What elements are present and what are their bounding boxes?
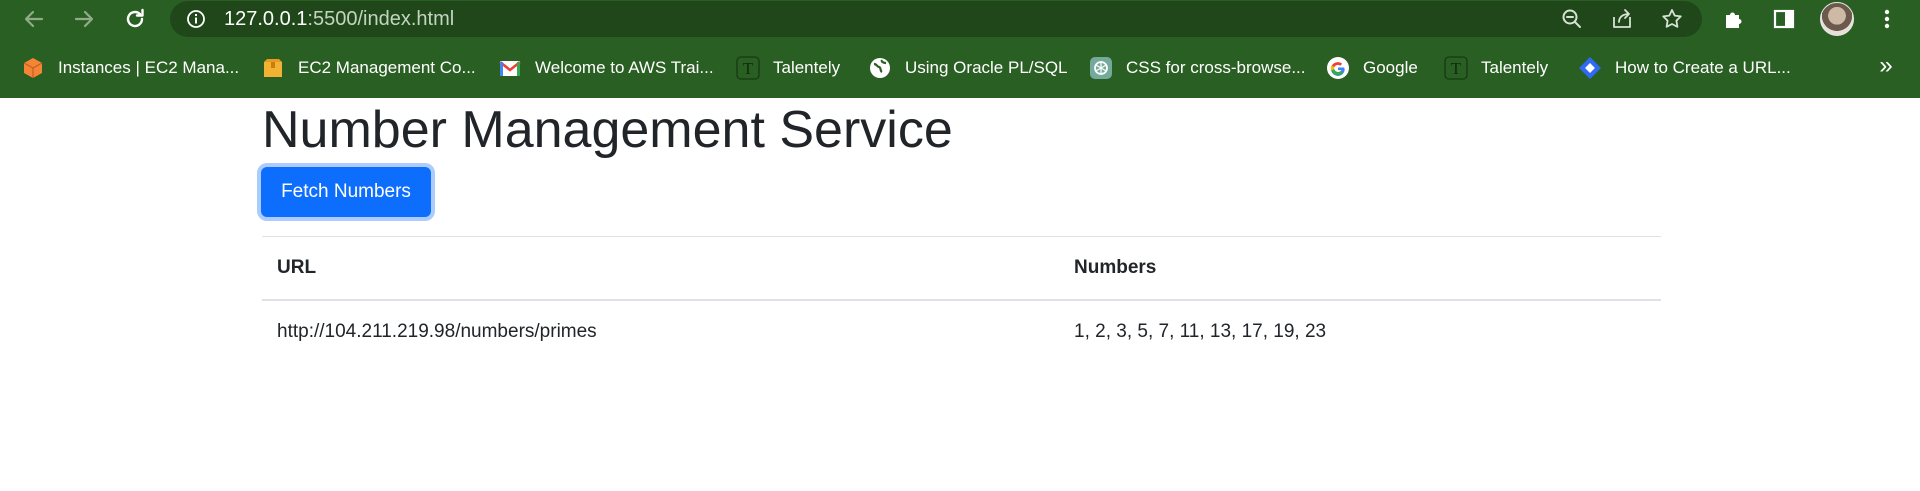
column-header-numbers: Numbers bbox=[1074, 256, 1157, 278]
bookmark-item[interactable]: Instances | EC2 Mana... bbox=[20, 53, 239, 83]
talentely-icon: T bbox=[1443, 55, 1469, 81]
bookmark-label: Google bbox=[1363, 58, 1418, 77]
address-bar[interactable]: 127.0.0.1:5500/index.html bbox=[170, 1, 1702, 37]
table-header-row: URL Numbers bbox=[262, 236, 1661, 300]
globe-icon bbox=[867, 55, 893, 81]
avatar[interactable] bbox=[1820, 2, 1854, 36]
zoom-out-icon[interactable] bbox=[1560, 7, 1584, 31]
bookmark-label: Using Oracle PL/SQL bbox=[905, 58, 1068, 77]
talentely-icon: T bbox=[735, 55, 761, 81]
share-icon[interactable] bbox=[1610, 7, 1634, 31]
fetch-numbers-button[interactable]: Fetch Numbers bbox=[261, 167, 431, 217]
google-icon bbox=[1325, 55, 1351, 81]
bookmark-label: Talentely bbox=[773, 58, 841, 77]
bookmarks-bar: Instances | EC2 Mana... EC2 Management C… bbox=[0, 50, 1920, 86]
diamond-icon bbox=[1577, 55, 1603, 81]
bookmark-item[interactable]: T Talentely bbox=[1443, 53, 1548, 83]
svg-text:T: T bbox=[1451, 59, 1462, 78]
browser-menu-button[interactable] bbox=[1873, 5, 1901, 33]
url-host: 127.0.0.1 bbox=[224, 8, 308, 30]
bookmark-label: Welcome to AWS Trai... bbox=[535, 58, 714, 77]
info-icon[interactable] bbox=[186, 9, 206, 29]
bookmark-item[interactable]: Using Oracle PL/SQL bbox=[867, 53, 1068, 83]
side-panel-icon bbox=[1773, 9, 1795, 29]
forward-button[interactable] bbox=[68, 3, 100, 35]
reload-button[interactable] bbox=[119, 3, 151, 35]
chatgpt-icon bbox=[1088, 55, 1114, 81]
table-row: http://104.211.219.98/numbers/primes 1, … bbox=[262, 300, 1661, 364]
reload-icon bbox=[126, 8, 144, 28]
bookmark-label: Instances | EC2 Mana... bbox=[58, 58, 240, 77]
aws-ec2-icon bbox=[20, 55, 46, 81]
url-text[interactable]: 127.0.0.1:5500/index.html bbox=[224, 7, 454, 31]
url-cell: http://104.211.219.98/numbers/primes bbox=[277, 321, 597, 342]
url-path: :5500/index.html bbox=[307, 8, 455, 30]
bookmark-item[interactable]: T Talentely bbox=[735, 53, 840, 83]
page-title: Number Management Service bbox=[262, 101, 953, 159]
numbers-cell: 1, 2, 3, 5, 7, 11, 13, 17, 19, 23 bbox=[1074, 321, 1327, 342]
extensions-button[interactable] bbox=[1720, 5, 1748, 33]
column-header-url: URL bbox=[277, 256, 317, 278]
numbers-table: URL Numbers http://104.211.219.98/number… bbox=[262, 236, 1661, 364]
bookmark-item[interactable]: Google bbox=[1325, 53, 1418, 83]
bookmark-item[interactable]: EC2 Management Co... bbox=[260, 53, 476, 83]
forward-arrow-icon bbox=[74, 10, 94, 28]
side-panel-button[interactable] bbox=[1770, 5, 1798, 33]
browser-toolbar: 127.0.0.1:5500/index.html bbox=[0, 0, 1920, 38]
puzzle-icon bbox=[1726, 12, 1742, 28]
bookmark-item[interactable]: Welcome to AWS Trai... bbox=[497, 53, 714, 83]
back-arrow-icon bbox=[24, 10, 44, 28]
aws-ec2-icon bbox=[260, 55, 286, 81]
back-button[interactable] bbox=[18, 3, 50, 35]
bookmark-label: EC2 Management Co... bbox=[298, 58, 476, 77]
kebab-menu-icon bbox=[1884, 9, 1890, 29]
bookmark-label: How to Create a URL... bbox=[1615, 58, 1791, 77]
gmail-icon bbox=[497, 55, 523, 81]
bookmark-item[interactable]: CSS for cross-browse... bbox=[1088, 53, 1306, 83]
more-bookmarks-button[interactable]: » bbox=[1872, 52, 1900, 80]
bookmark-label: CSS for cross-browse... bbox=[1126, 58, 1306, 77]
svg-text:T: T bbox=[743, 59, 754, 78]
bookmark-label: Talentely bbox=[1481, 58, 1549, 77]
browser-chrome: 127.0.0.1:5500/index.html Instances | EC… bbox=[0, 0, 1920, 98]
bookmark-item[interactable]: How to Create a URL... bbox=[1577, 53, 1791, 83]
star-icon[interactable] bbox=[1660, 7, 1684, 31]
